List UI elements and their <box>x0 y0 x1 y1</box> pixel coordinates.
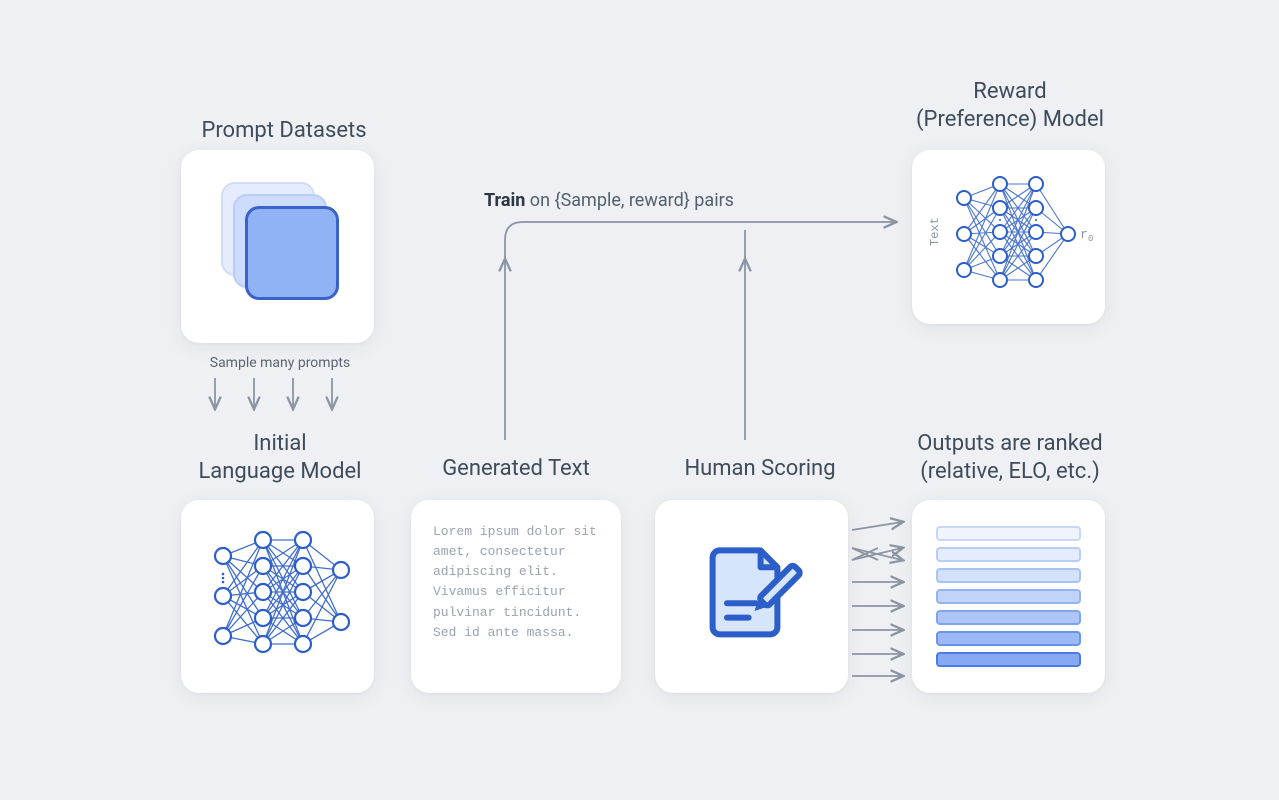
reward-line1: Reward <box>973 79 1046 104</box>
reward-model-nn-icon: Text r 0 <box>912 150 1105 324</box>
rank-bar <box>936 589 1081 604</box>
reward-model-card: Text r 0 <box>912 150 1105 324</box>
reward-input-label: Text <box>928 217 942 246</box>
ranked-line1: Outputs are ranked <box>917 431 1102 456</box>
human-scoring-card <box>655 500 848 693</box>
train-bold: Train <box>484 190 525 211</box>
rank-bar <box>936 547 1081 562</box>
reward-model-label: Reward (Preference) Model <box>900 78 1120 133</box>
initial-lm-line1: Initial <box>253 431 306 456</box>
generated-text-sample: Lorem ipsum dolor sit amet, consectetur … <box>433 522 599 671</box>
initial-lm-nn-icon <box>181 500 374 693</box>
train-caption: Train on {Sample, reward} pairs <box>484 190 734 211</box>
reward-output-sub: 0 <box>1088 234 1093 244</box>
rank-bar <box>936 610 1081 625</box>
generated-text-label: Generated Text <box>411 455 621 483</box>
initial-lm-card <box>181 500 374 693</box>
rank-bar <box>936 526 1081 541</box>
ranked-outputs-card <box>912 500 1105 693</box>
ranked-outputs-label: Outputs are ranked (relative, ELO, etc.) <box>890 430 1130 485</box>
rank-bar <box>936 631 1081 646</box>
initial-lm-label: Initial Language Model <box>160 430 400 485</box>
rank-bar <box>936 652 1081 667</box>
dataset-stack-icon <box>221 182 341 302</box>
initial-lm-line2: Language Model <box>198 459 361 484</box>
reward-output-r: r <box>1080 227 1088 242</box>
sample-prompts-label: Sample many prompts <box>185 355 375 371</box>
ranked-line2: (relative, ELO, etc.) <box>920 459 1100 484</box>
reward-line2: (Preference) Model <box>916 107 1104 132</box>
prompt-datasets-label: Prompt Datasets <box>174 117 394 145</box>
rank-bars <box>936 524 1081 669</box>
edit-document-icon <box>691 536 811 656</box>
rank-bar <box>936 568 1081 583</box>
prompt-datasets-card <box>181 150 374 343</box>
generated-text-card: Lorem ipsum dolor sit amet, consectetur … <box>411 500 621 693</box>
train-rest: on {Sample, reward} pairs <box>525 190 734 211</box>
human-scoring-label: Human Scoring <box>655 455 865 483</box>
dataset-square-front <box>245 206 339 300</box>
